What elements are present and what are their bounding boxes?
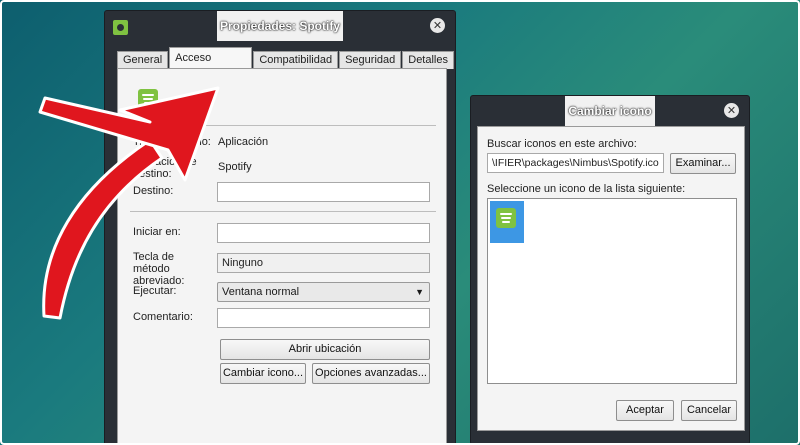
change-icon-dialog: Cambiar icono ✕ Buscar iconos en este ar… <box>470 95 750 445</box>
comment-label: Comentario: <box>133 311 193 323</box>
type-value: Aplicación <box>218 136 269 148</box>
icon-list-label: Seleccione un icono de la lista siguient… <box>487 183 686 195</box>
tab-detalles[interactable]: Detalles <box>402 51 454 69</box>
properties-titlebar[interactable]: Propiedades: Spotify <box>105 11 455 41</box>
divider <box>130 125 436 126</box>
ok-button[interactable]: Aceptar <box>616 400 674 421</box>
close-icon[interactable]: ✕ <box>724 103 739 118</box>
shortcut-tab-panel: Tipo de destino: Aplicación Ubicación de… <box>117 68 447 445</box>
tab-acceso-directo[interactable]: Acceso directo <box>169 47 253 85</box>
divider <box>130 211 436 212</box>
run-select[interactable]: Ventana normal ▼ <box>217 282 430 302</box>
properties-window: Propiedades: Spotify ✕ General Acceso di… <box>104 10 456 445</box>
browse-button[interactable]: Examinar... <box>670 153 736 174</box>
properties-tab-bar: General Acceso directo Compatibilidad Se… <box>117 47 455 85</box>
spotify-icon <box>138 89 158 109</box>
tab-compatibilidad[interactable]: Compatibilidad <box>253 51 339 69</box>
run-select-value: Ventana normal <box>222 286 300 298</box>
change-icon-title: Cambiar icono <box>565 96 655 126</box>
change-icon-titlebar[interactable]: Cambiar icono <box>471 96 749 126</box>
location-label: Ubicación de destino: <box>133 156 197 180</box>
search-icons-label: Buscar iconos en este archivo: <box>487 138 637 150</box>
open-location-button[interactable]: Abrir ubicación <box>220 339 430 360</box>
chevron-down-icon: ▼ <box>415 287 424 297</box>
target-input[interactable] <box>217 182 430 202</box>
properties-window-title: Propiedades: Spotify <box>216 11 344 41</box>
shortcut-key-input[interactable]: Ninguno <box>217 253 430 273</box>
type-label: Tipo de destino: <box>133 136 211 148</box>
change-icon-button[interactable]: Cambiar icono... <box>220 363 306 384</box>
location-value: Spotify <box>218 161 252 173</box>
icon-list[interactable] <box>487 198 737 384</box>
start-in-label: Iniciar en: <box>133 226 181 238</box>
start-in-input[interactable] <box>217 223 430 243</box>
spotify-icon <box>496 208 516 228</box>
target-label: Destino: <box>133 185 174 197</box>
comment-input[interactable] <box>217 308 430 328</box>
tab-seguridad[interactable]: Seguridad <box>339 51 402 69</box>
run-label: Ejecutar: <box>133 285 177 297</box>
shortcut-key-label: Tecla de método abreviado: <box>133 251 185 287</box>
icon-list-item-selected[interactable] <box>490 201 524 243</box>
tab-general[interactable]: General <box>117 51 169 69</box>
icon-file-path-input[interactable]: \IFIER\packages\Nimbus\Spotify.ico <box>487 153 664 173</box>
close-icon[interactable]: ✕ <box>430 18 445 33</box>
change-icon-panel: Buscar iconos en este archivo: \IFIER\pa… <box>477 126 745 431</box>
advanced-options-button[interactable]: Opciones avanzadas... <box>312 363 430 384</box>
cancel-button[interactable]: Cancelar <box>681 400 737 421</box>
